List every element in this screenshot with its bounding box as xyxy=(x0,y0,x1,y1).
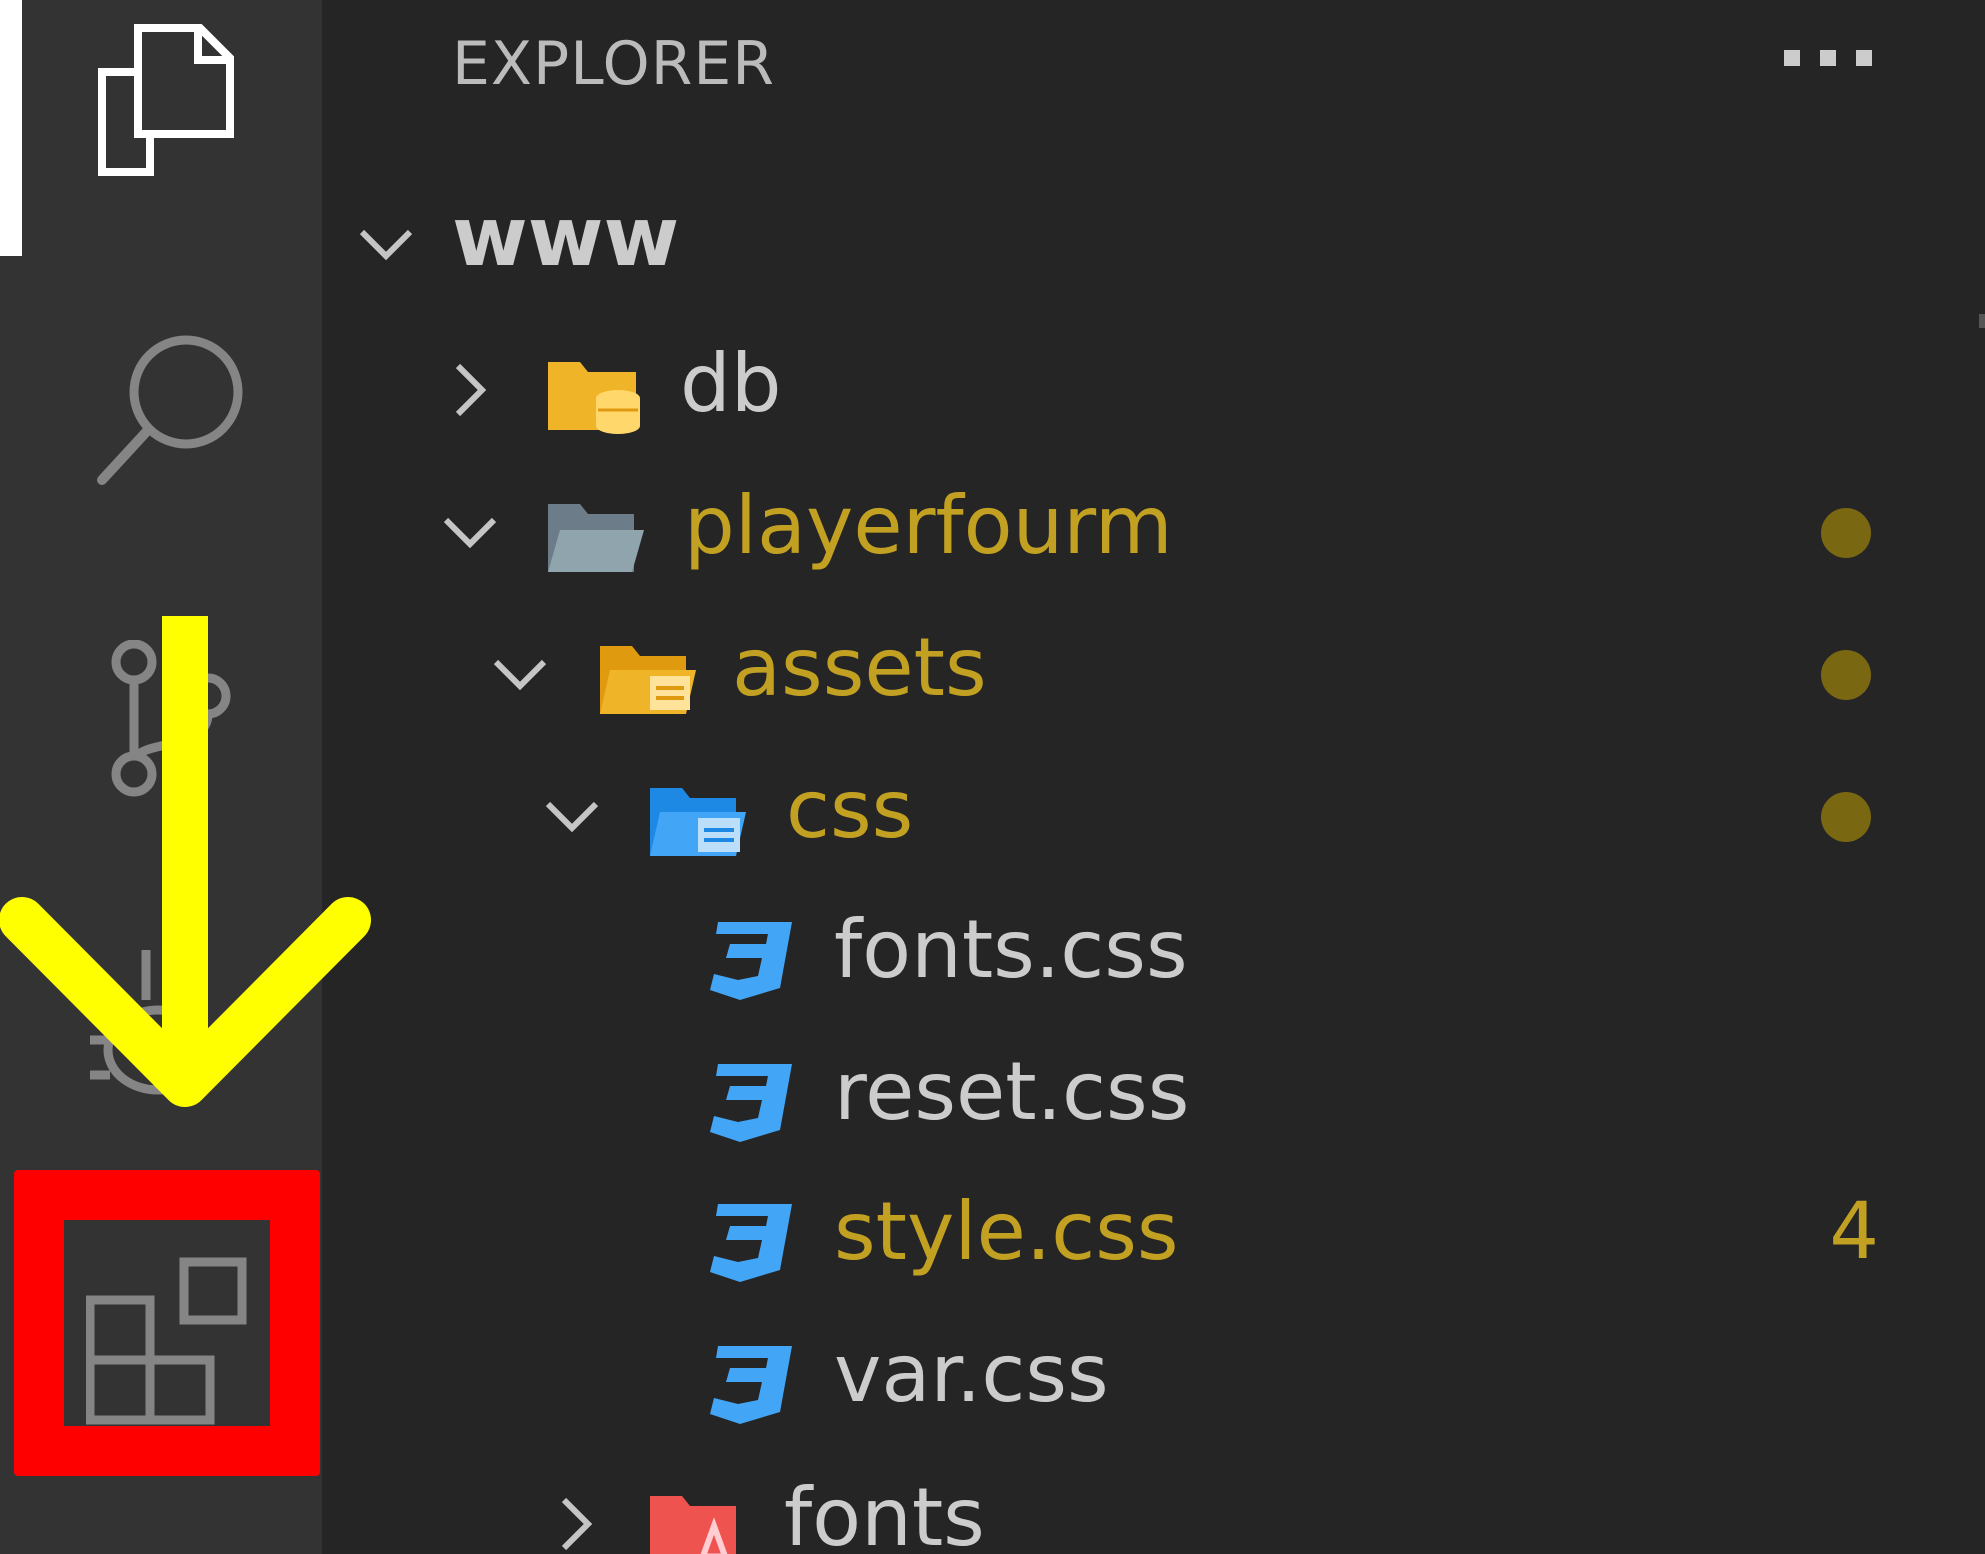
modified-indicator xyxy=(1821,650,1871,700)
files-icon[interactable] xyxy=(90,22,240,182)
assets-folder-icon xyxy=(600,646,696,714)
modified-indicator xyxy=(1821,792,1871,842)
chevron-down-icon xyxy=(443,517,497,549)
tree-item-label: reset.css xyxy=(834,1045,1190,1138)
problem-count-badge: 4 xyxy=(1829,1187,1879,1277)
folder-open-icon xyxy=(548,504,644,572)
tree-item-label: style.css xyxy=(834,1185,1179,1278)
css3-icon xyxy=(710,1064,792,1142)
chevron-down-icon xyxy=(359,229,413,261)
database-folder-icon xyxy=(548,362,640,434)
css3-icon xyxy=(710,922,792,1000)
modified-indicator xyxy=(1821,508,1871,558)
annotation-arrow-down-icon xyxy=(0,616,371,1107)
tree-item-label: assets xyxy=(732,621,987,714)
tree-item-label: db xyxy=(680,337,782,430)
more-horizontal-icon[interactable] xyxy=(1784,46,1874,70)
tree-item-db[interactable]: db xyxy=(0,316,1985,456)
tree-item-label: fonts.css xyxy=(834,903,1188,996)
tree-item-label: fonts xyxy=(784,1471,985,1554)
chevron-down-icon xyxy=(493,659,547,691)
tree-item-playerfourm[interactable]: playerfourm xyxy=(0,458,1985,598)
tree-item-label: css xyxy=(786,763,914,856)
chevron-right-icon xyxy=(561,1497,593,1551)
fonts-folder-icon xyxy=(650,1496,736,1554)
tree-item-label: www xyxy=(452,190,680,285)
css3-icon xyxy=(710,1204,792,1282)
chevron-right-icon xyxy=(455,363,487,417)
annotation-highlight-box xyxy=(14,1170,320,1476)
tree-item-label: playerfourm xyxy=(684,479,1173,572)
tree-item-label: var.css xyxy=(834,1327,1109,1420)
chevron-down-icon xyxy=(545,801,599,833)
tree-root-www[interactable]: www xyxy=(0,170,1985,310)
css3-icon xyxy=(710,1346,792,1424)
css-folder-icon xyxy=(650,788,746,856)
sidebar-title: EXPLORER xyxy=(452,29,775,99)
